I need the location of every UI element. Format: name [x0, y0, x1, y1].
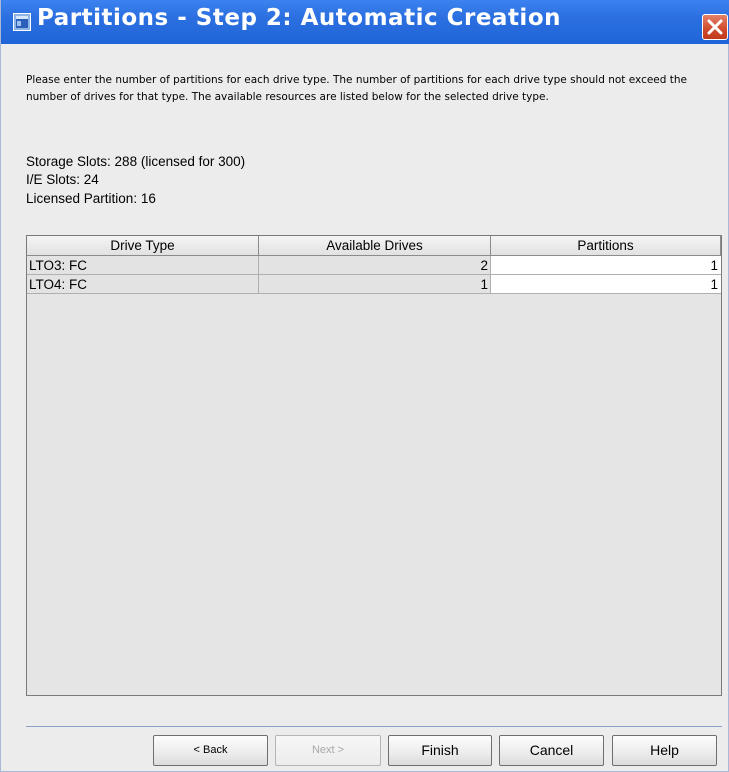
partitions-input[interactable]	[491, 275, 721, 293]
partitions-cell	[491, 275, 721, 294]
window-title: Partitions - Step 2: Automatic Creation	[37, 5, 561, 31]
ie-slots-text: I/E Slots: 24	[26, 172, 99, 187]
partitions-input[interactable]	[491, 256, 721, 274]
instructions-text: Please enter the number of partitions fo…	[26, 74, 687, 103]
drive-type-cell: LTO4: FC	[27, 275, 259, 294]
help-button[interactable]: Help	[612, 735, 717, 766]
column-header-drive-type[interactable]: Drive Type	[27, 236, 259, 256]
table-row[interactable]: LTO4: FC 1	[27, 275, 721, 294]
cancel-button[interactable]: Cancel	[499, 735, 604, 766]
partitions-table: Drive Type Available Drives Partitions L…	[26, 235, 722, 696]
available-drives-cell: 2	[259, 256, 491, 275]
finish-button[interactable]: Finish	[388, 735, 492, 766]
next-button[interactable]: Next >	[275, 735, 381, 766]
column-header-partitions[interactable]: Partitions	[491, 236, 721, 256]
licensed-partition-text: Licensed Partition: 16	[26, 191, 156, 206]
title-bar[interactable]: Partitions - Step 2: Automatic Creation	[1, 0, 729, 44]
table-header: Drive Type Available Drives Partitions	[27, 236, 721, 256]
back-button[interactable]: < Back	[153, 735, 268, 766]
partitions-wizard-dialog: Partitions - Step 2: Automatic Creation …	[0, 0, 729, 772]
column-header-available-drives[interactable]: Available Drives	[259, 236, 491, 256]
window-app-icon	[13, 13, 31, 31]
button-bar-divider	[26, 726, 722, 727]
drive-type-cell: LTO3: FC	[27, 256, 259, 275]
close-button[interactable]	[702, 14, 728, 40]
storage-slots-text: Storage Slots: 288 (licensed for 300)	[26, 154, 246, 169]
available-drives-cell: 1	[259, 275, 491, 294]
table-row[interactable]: LTO3: FC 2	[27, 256, 721, 275]
partitions-cell	[491, 256, 721, 275]
